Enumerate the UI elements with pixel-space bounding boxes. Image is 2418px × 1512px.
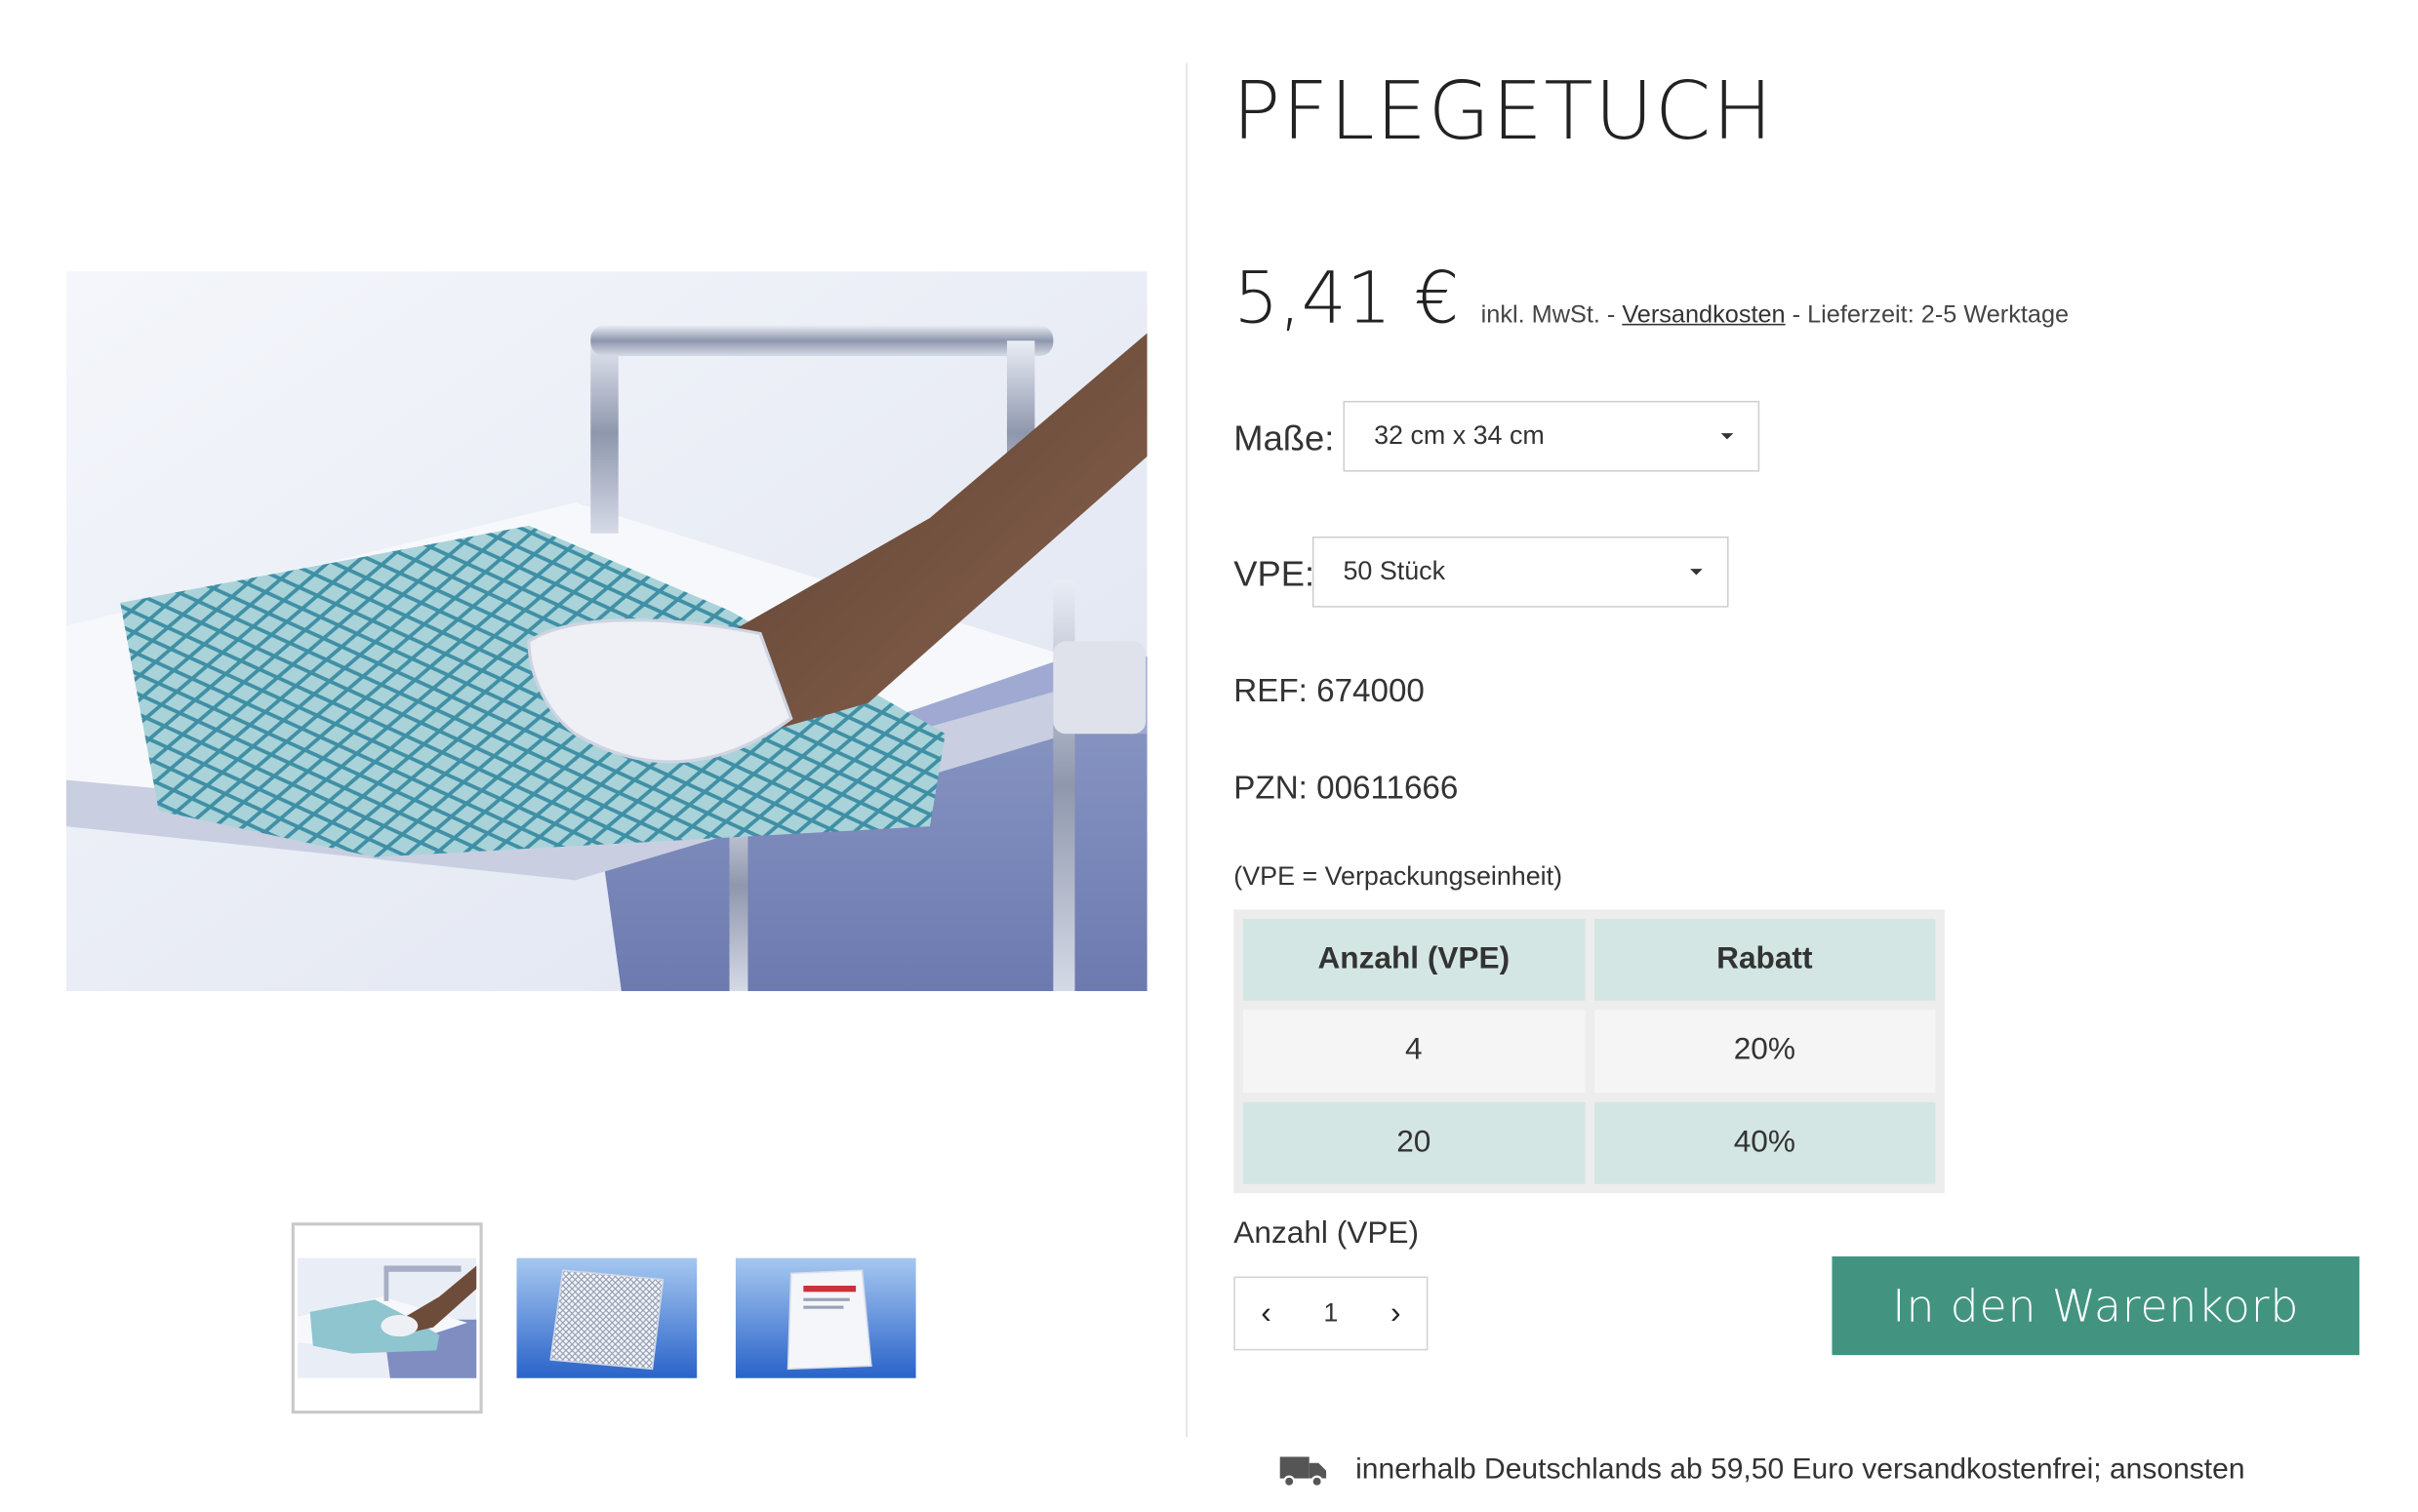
vpe-note: (VPE = Verpackungseinheit) [1233, 861, 1563, 892]
ref-value: 674000 [1316, 673, 1425, 709]
pzn-line: PZN: 00611666 [1233, 771, 1458, 808]
thumbnail-photo-in-use [298, 1257, 477, 1378]
discount-table: Anzahl (VPE) Rabatt 4 20% 20 40% [1233, 909, 1945, 1194]
pzn-value: 00611666 [1316, 771, 1459, 807]
quantity-stepper[interactable]: ‹ 1 › [1233, 1276, 1429, 1351]
size-select-value: 32 cm x 34 cm [1374, 420, 1545, 451]
price-note-prefix: inkl. MwSt. - [1480, 301, 1623, 329]
price-note: inkl. MwSt. - Versandkosten - Lieferzeit… [1481, 302, 2069, 330]
size-label: Maße: [1233, 418, 1335, 458]
table-cell-quantity: 4 [1242, 1010, 1585, 1093]
product-page: PFLEGETUCH 5,41 € inkl. MwSt. - Versandk… [0, 0, 2418, 1512]
ref-line: REF: 674000 [1233, 674, 1425, 711]
thumbnail-2[interactable] [510, 1222, 702, 1413]
quantity-value[interactable]: 1 [1323, 1298, 1338, 1330]
chevron-right-icon[interactable]: › [1380, 1295, 1411, 1331]
main-product-image[interactable] [65, 271, 1148, 992]
quantity-label: Anzahl (VPE) [1233, 1215, 1420, 1251]
dropdown-caret-icon [1720, 433, 1734, 440]
table-cell-discount: 20% [1593, 1010, 1936, 1093]
ref-label: REF: [1233, 673, 1308, 709]
table-cell-discount: 40% [1593, 1101, 1936, 1184]
vpe-select[interactable]: 50 Stück [1311, 536, 1729, 608]
add-to-cart-button[interactable]: In den Warenkorb [1832, 1255, 2359, 1356]
thumbnail-package [735, 1257, 915, 1378]
pzn-label: PZN: [1233, 771, 1308, 807]
product-title: PFLEGETUCH [1231, 65, 1775, 159]
vpe-select-value: 50 Stück [1343, 556, 1446, 586]
dropdown-caret-icon [1690, 569, 1703, 576]
chevron-left-icon[interactable]: ‹ [1251, 1295, 1282, 1331]
size-select[interactable]: 32 cm x 34 cm [1343, 400, 1760, 472]
shipping-text: innerhalb Deutschlands ab 59,50 Euro ver… [1355, 1453, 2245, 1487]
vpe-label: VPE: [1233, 553, 1315, 594]
shipping-costs-link[interactable]: Versandkosten [1622, 302, 1785, 329]
column-divider [1186, 62, 1188, 1437]
price-row: 5,41 € inkl. MwSt. - Versandkosten - Lie… [1233, 256, 2069, 338]
thumbnail-1[interactable] [291, 1222, 483, 1414]
table-header-discount: Rabatt [1593, 918, 1936, 1002]
shipping-info: innerhalb Deutschlands ab 59,50 Euro ver… [1278, 1452, 2245, 1490]
table-header-quantity: Anzahl (VPE) [1242, 918, 1585, 1002]
truck-icon [1279, 1456, 1327, 1488]
thumbnail-cloth-swatch [515, 1257, 697, 1378]
delivery-time: - Lieferzeit: 2-5 Werktage [1785, 301, 2070, 329]
thumbnail-3[interactable] [730, 1222, 921, 1413]
table-cell-quantity: 20 [1242, 1101, 1585, 1184]
product-price: 5,41 € [1233, 256, 1460, 339]
